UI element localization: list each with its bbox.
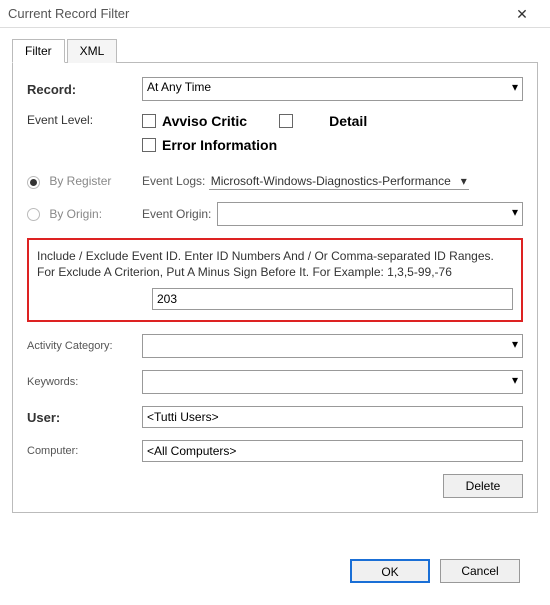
chevron-down-icon: ▾ [512, 373, 518, 387]
event-origin-label: Event Origin: [142, 207, 211, 221]
computer-input[interactable] [142, 440, 523, 462]
checkbox-icon [142, 114, 156, 128]
dialog-footer: OK Cancel [12, 549, 538, 597]
radio-icon [27, 176, 40, 189]
titlebar: Current Record Filter ✕ [0, 0, 550, 28]
event-logs-label: Event Logs: [142, 174, 205, 188]
check-avviso[interactable]: Avviso Critic [142, 113, 247, 129]
delete-button[interactable]: Delete [443, 474, 523, 498]
tab-xml[interactable]: XML [67, 39, 118, 63]
check-avviso-label: Avviso Critic [162, 113, 247, 129]
keywords-label: Keywords: [27, 376, 142, 388]
check-error-info[interactable]: Error Information [142, 137, 277, 153]
ok-button-label: OK [381, 565, 398, 579]
ok-button[interactable]: OK [350, 559, 430, 583]
check-detail[interactable]: Detail [279, 113, 367, 129]
check-error-info-label: Error Information [162, 137, 277, 153]
record-select-value: At Any Time [147, 80, 211, 94]
cancel-button-label: Cancel [461, 564, 498, 578]
activity-category-label: Activity Category: [27, 340, 142, 352]
chevron-down-icon: ▾ [461, 174, 467, 188]
check-detail-label: Detail [329, 113, 367, 129]
chevron-down-icon: ▾ [512, 80, 518, 94]
by-origin-label: By Origin: [49, 207, 102, 221]
event-origin-select[interactable]: ▾ [217, 202, 523, 226]
checkbox-icon [142, 138, 156, 152]
tab-filter[interactable]: Filter [12, 39, 65, 63]
delete-button-label: Delete [466, 479, 501, 493]
event-id-help: Include / Exclude Event ID. Enter ID Num… [37, 248, 513, 280]
user-label: User: [27, 410, 142, 425]
chevron-down-icon: ▾ [512, 205, 518, 219]
checkbox-icon [279, 114, 293, 128]
user-input[interactable] [142, 406, 523, 428]
event-level-label: Event Level: [27, 113, 142, 127]
activity-category-select[interactable]: ▾ [142, 334, 523, 358]
record-select[interactable]: At Any Time ▾ [142, 77, 523, 101]
by-register-label: By Register [49, 174, 111, 188]
event-id-input[interactable] [152, 288, 513, 310]
cancel-button[interactable]: Cancel [440, 559, 520, 583]
keywords-select[interactable]: ▾ [142, 370, 523, 394]
tab-filter-label: Filter [25, 44, 52, 58]
record-label: Record: [27, 82, 142, 97]
tab-xml-label: XML [80, 44, 105, 58]
tabbar: Filter XML [12, 38, 538, 63]
event-id-box: Include / Exclude Event ID. Enter ID Num… [27, 238, 523, 322]
computer-label: Computer: [27, 445, 142, 457]
by-origin-option[interactable]: By Origin: [27, 207, 142, 221]
close-icon[interactable]: ✕ [502, 2, 542, 26]
filter-panel: Record: At Any Time ▾ Event Level: Avvis… [12, 63, 538, 513]
chevron-down-icon: ▾ [512, 337, 518, 351]
window-title: Current Record Filter [8, 6, 502, 21]
radio-icon [27, 208, 40, 221]
event-logs-text: Microsoft-Windows-Diagnostics-Performanc… [211, 174, 451, 188]
event-logs-value[interactable]: Microsoft-Windows-Diagnostics-Performanc… [209, 173, 469, 190]
by-register-option[interactable]: By Register [27, 174, 142, 188]
